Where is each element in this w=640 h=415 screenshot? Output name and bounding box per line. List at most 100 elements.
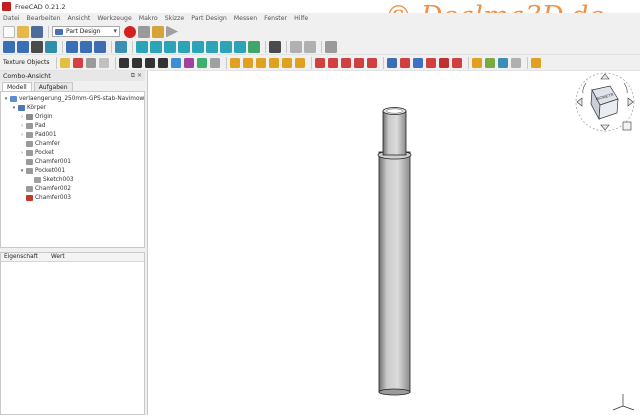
whats-this-icon[interactable]	[269, 40, 281, 53]
front-view-icon[interactable]	[150, 40, 162, 53]
menu-item-werkzeuge[interactable]: Werkzeuge	[97, 15, 131, 22]
property-column-value[interactable]: Wert	[51, 254, 65, 260]
expander-icon[interactable]: ▾	[19, 168, 25, 174]
navigation-cube[interactable]: ISOMETR	[575, 72, 635, 132]
shape-binder-icon[interactable]	[170, 57, 181, 68]
expander-icon[interactable]: ▾	[11, 105, 17, 111]
tab-aufgaben[interactable]: Aufgaben	[33, 82, 73, 91]
rotate-left-icon[interactable]	[582, 82, 587, 94]
workbench-selector[interactable]: Part Design	[52, 26, 120, 37]
menu-item-skizze[interactable]: Skizze	[165, 15, 185, 22]
property-column-name[interactable]: Eigenschaft	[4, 254, 38, 260]
involute-gear-icon[interactable]	[530, 57, 541, 68]
datum-plane-icon[interactable]	[144, 57, 155, 68]
rod-lower-shaft[interactable]	[378, 151, 411, 393]
datum-line-icon[interactable]	[131, 57, 142, 68]
polar-pattern-icon[interactable]	[412, 57, 423, 68]
box-view-icon[interactable]	[234, 40, 246, 53]
stop-macro-icon[interactable]	[138, 25, 150, 38]
viewport-canvas[interactable]: ISOMETR	[148, 71, 640, 415]
additive-pipe-icon[interactable]	[268, 57, 279, 68]
menu-item-messen[interactable]: Messen	[234, 15, 257, 22]
tree-item[interactable]: ▾ Pocket001	[19, 166, 65, 175]
link-actions-icon[interactable]	[304, 40, 316, 53]
expander-icon[interactable]: ›	[19, 114, 25, 120]
pad-icon[interactable]	[229, 57, 240, 68]
draw-style-icon[interactable]	[31, 40, 43, 53]
save-icon[interactable]	[31, 25, 43, 38]
revolution-icon[interactable]	[242, 57, 253, 68]
model-tree[interactable]: ▾ verlaengerung_250mm-GPS-stab-Navimow ▾ Kö…	[0, 91, 145, 248]
body-icon[interactable]	[59, 57, 70, 68]
rod-upper-shaft[interactable]	[382, 110, 407, 156]
record-macro-icon[interactable]	[124, 25, 136, 38]
edit-macro-icon[interactable]	[152, 25, 164, 38]
draft-icon[interactable]	[471, 57, 482, 68]
groove-icon[interactable]	[340, 57, 351, 68]
arrow-left-icon[interactable]	[576, 97, 583, 107]
tree-item[interactable]: › Pocket	[19, 148, 54, 157]
boolean-icon[interactable]	[497, 57, 508, 68]
panel-controls-icon[interactable]: ⧉ ✕	[131, 72, 142, 80]
3d-viewport[interactable]: ISOMETR	[147, 71, 640, 415]
additive-loft-icon[interactable]	[255, 57, 266, 68]
rear-view-icon[interactable]	[192, 40, 204, 53]
fillet-icon[interactable]	[438, 57, 449, 68]
sprocket-icon[interactable]	[510, 57, 521, 68]
subtractive-pipe-icon[interactable]	[366, 57, 377, 68]
expander-icon[interactable]: ›	[19, 150, 25, 156]
menu-item-ansicht[interactable]: Ansicht	[68, 15, 91, 22]
tree-item[interactable]: Chamfer001	[19, 157, 71, 166]
menu-item-part-design[interactable]: Part Design	[191, 15, 227, 22]
menu-item-hilfe[interactable]: Hilfe	[294, 15, 308, 22]
navcube-menu-icon[interactable]	[622, 121, 632, 131]
tree-item[interactable]: Sketch003	[27, 175, 74, 184]
validate-sketch-icon[interactable]	[209, 57, 220, 68]
expander-icon[interactable]: ›	[19, 132, 25, 138]
tree-item[interactable]: ▾ verlaengerung_250mm-GPS-stab-Navimow	[3, 94, 144, 103]
fit-all-icon[interactable]	[3, 40, 15, 53]
local-cs-icon[interactable]	[157, 57, 168, 68]
clone-icon[interactable]	[196, 57, 207, 68]
mirrored-icon[interactable]	[386, 57, 397, 68]
run-macro-icon[interactable]	[166, 25, 178, 38]
pocket-icon[interactable]	[314, 57, 325, 68]
bottom-view-icon[interactable]	[206, 40, 218, 53]
arrow-right-icon[interactable]	[627, 97, 634, 107]
tree-item[interactable]: › Pad001	[19, 130, 57, 139]
top-view-icon[interactable]	[164, 40, 176, 53]
menu-item-makro[interactable]: Makro	[139, 15, 158, 22]
bounding-box-icon[interactable]	[45, 40, 57, 53]
isometric-view-icon[interactable]	[136, 40, 148, 53]
tree-item[interactable]: › Pad	[19, 121, 45, 130]
arrow-down-icon[interactable]	[600, 124, 610, 131]
fit-selection-icon[interactable]	[17, 40, 29, 53]
forward-icon[interactable]	[80, 40, 92, 53]
tree-item[interactable]: Chamfer	[19, 139, 60, 148]
right-view-icon[interactable]	[178, 40, 190, 53]
tree-item[interactable]: Chamfer002	[19, 184, 71, 193]
std-view-icon[interactable]	[94, 40, 106, 53]
new-document-icon[interactable]	[3, 25, 15, 38]
tree-item[interactable]: › Origin	[19, 112, 53, 121]
refresh-icon[interactable]	[325, 40, 337, 53]
rotate-right-icon[interactable]	[623, 82, 628, 94]
open-folder-icon[interactable]	[17, 25, 29, 38]
multitransform-icon[interactable]	[425, 57, 436, 68]
subshape-binder-icon[interactable]	[183, 57, 194, 68]
texture-objects-label[interactable]: Texture Objects	[3, 59, 50, 66]
attach-sketch-icon[interactable]	[98, 57, 109, 68]
rod-model[interactable]	[377, 107, 412, 396]
tree-item[interactable]: Chamfer003	[19, 193, 71, 202]
menu-item-bearbeiten[interactable]: Bearbeiten	[27, 15, 61, 22]
sketch-icon[interactable]	[85, 57, 96, 68]
thickness-icon[interactable]	[484, 57, 495, 68]
expander-icon[interactable]: ▾	[3, 96, 9, 102]
additive-primitive-icon[interactable]	[294, 57, 305, 68]
additive-helix-icon[interactable]	[281, 57, 292, 68]
zoom-icon[interactable]	[115, 40, 127, 53]
chamfer-icon[interactable]	[451, 57, 462, 68]
expander-icon[interactable]: ›	[19, 123, 25, 129]
tree-item[interactable]: ▾ Körper	[11, 103, 46, 112]
left-view-icon[interactable]	[220, 40, 232, 53]
